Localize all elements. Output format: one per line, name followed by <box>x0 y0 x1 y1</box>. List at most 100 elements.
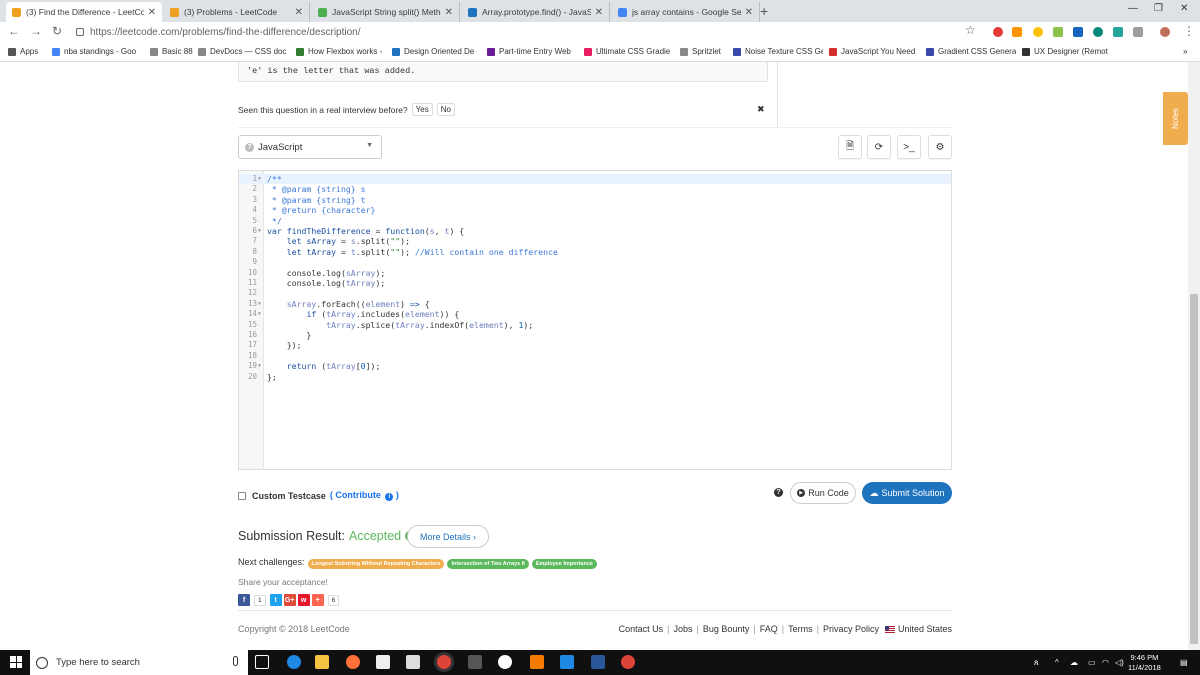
app-icon[interactable] <box>468 655 482 669</box>
extension-icon[interactable] <box>1093 27 1103 37</box>
browser-tab[interactable]: (3) Find the Difference - LeetCode ✕ <box>6 2 162 22</box>
region-link[interactable]: United States <box>898 624 952 634</box>
tab-close-icon[interactable]: ✕ <box>295 7 303 18</box>
bookmark-item[interactable]: JavaScript You Need <box>829 47 915 56</box>
tab-close-icon[interactable]: ✕ <box>445 7 453 18</box>
bookmark-item[interactable]: Noise Texture CSS Ge <box>733 47 823 56</box>
language-select[interactable]: ? JavaScript ▼ <box>238 135 382 159</box>
extension-icon[interactable] <box>1033 27 1043 37</box>
code-line[interactable]: 8 let tArray = t.split(""); //Will conta… <box>239 247 951 257</box>
extension-opera-icon[interactable] <box>993 27 1003 37</box>
close-circle-icon[interactable]: ✖ <box>757 104 765 115</box>
footer-link[interactable]: Terms <box>788 624 813 634</box>
volume-icon[interactable]: ◁) <box>1115 658 1124 667</box>
chrome-icon[interactable] <box>621 655 635 669</box>
chrome-icon[interactable] <box>437 655 451 669</box>
bookmark-item[interactable]: Spritzlet <box>680 47 721 56</box>
help-icon[interactable]: ? <box>774 488 783 497</box>
restore-button[interactable]: ❐ <box>1154 3 1163 14</box>
footer-link[interactable]: Privacy Policy <box>823 624 879 634</box>
browser-tab[interactable]: (3) Problems - LeetCode ✕ <box>164 2 310 22</box>
code-line[interactable]: 20}; <box>239 372 951 382</box>
reload-button[interactable]: ↻ <box>52 24 62 38</box>
code-line[interactable]: 11 console.log(tArray); <box>239 278 951 288</box>
yes-button[interactable]: Yes <box>411 103 433 116</box>
browser-tab[interactable]: Array.prototype.find() - JavaScript ✕ <box>462 2 610 22</box>
tab-close-icon[interactable]: ✕ <box>595 7 603 18</box>
bookmark-item[interactable]: DevDocs — CSS doc <box>198 47 286 56</box>
firefox-icon[interactable] <box>346 655 360 669</box>
scrollbar-thumb[interactable] <box>1190 294 1198 644</box>
word-icon[interactable] <box>591 655 605 669</box>
more-details-button[interactable]: More Details › <box>407 525 489 548</box>
tab-close-icon[interactable]: ✕ <box>745 7 753 18</box>
network-icon[interactable]: ☁ <box>1070 658 1078 667</box>
reset-button[interactable]: 🗎 <box>838 135 862 159</box>
footer-link[interactable]: FAQ <box>760 624 778 634</box>
code-line[interactable]: 4 * @return {character} <box>239 205 951 215</box>
taskbar-search[interactable]: Type here to search <box>30 650 248 675</box>
bookmark-item[interactable]: Gradient CSS Genera <box>926 47 1016 56</box>
store-icon[interactable] <box>376 655 390 669</box>
code-line[interactable]: 7 let sArray = s.split(""); <box>239 236 951 246</box>
extension-icon[interactable] <box>1073 27 1083 37</box>
twitter-share-icon[interactable]: t <box>269 594 282 606</box>
code-line[interactable]: 10 console.log(sArray); <box>239 268 951 278</box>
code-editor[interactable]: 1 ▼/** 2 * @param {string} s3 * @param {st… <box>238 170 952 470</box>
code-line[interactable]: 15 tArray.splice(tArray.indexOf(element)… <box>239 320 951 330</box>
bookmark-item[interactable]: UX Designer (Remote <box>1022 47 1108 56</box>
extension-icon[interactable] <box>1133 27 1143 37</box>
minimize-button[interactable]: — <box>1128 3 1138 14</box>
chevron-up-icon[interactable]: ^ <box>1055 658 1059 667</box>
next-challenge-chip[interactable]: Intersection of Two Arrays II <box>447 559 529 569</box>
footer-link[interactable]: Jobs <box>674 624 693 634</box>
code-line[interactable]: 5 */ <box>239 216 951 226</box>
address-bar[interactable]: https://leetcode.com/problems/find-the-d… <box>74 23 984 41</box>
facebook-share-icon[interactable]: f <box>238 594 250 606</box>
extension-icon[interactable] <box>1113 27 1123 37</box>
footer-link[interactable]: Contact Us <box>619 624 664 634</box>
code-line[interactable]: 13 ▼ sArray.forEach((element) => { <box>239 299 951 309</box>
submit-solution-button[interactable]: ☁ Submit Solution <box>862 482 952 504</box>
google-plus-share-icon[interactable]: G+ <box>283 594 296 606</box>
no-button[interactable]: No <box>436 103 455 116</box>
weibo-share-icon[interactable]: w <box>297 594 310 606</box>
back-button[interactable]: ← <box>8 24 20 38</box>
notifications-icon[interactable]: ▤ <box>1180 658 1188 667</box>
bookmark-item[interactable]: Basic 88 <box>150 47 193 56</box>
profile-avatar-icon[interactable] <box>1160 27 1170 37</box>
code-line[interactable]: 1 ▼ /** <box>239 174 951 185</box>
fold-arrow-icon[interactable]: ▼ <box>258 309 261 319</box>
notes-tab[interactable]: Notes <box>1163 92 1188 145</box>
custom-testcase-checkbox[interactable] <box>238 491 246 500</box>
chrome-menu-icon[interactable]: ⋮ <box>1183 24 1195 38</box>
code-line[interactable]: 18 <box>239 351 951 361</box>
code-line[interactable]: 2 * @param {string} s <box>239 184 951 194</box>
bookmark-item[interactable]: nba standings - Goo <box>52 47 136 56</box>
browser-tab[interactable]: js array contains - Google Search ✕ <box>612 2 760 22</box>
bookmark-item[interactable]: Part-time Entry Web <box>487 47 571 56</box>
edge-icon[interactable] <box>287 655 301 669</box>
fold-arrow-icon[interactable]: ▼ <box>258 226 261 236</box>
extension-icon[interactable] <box>1012 27 1022 37</box>
microphone-icon[interactable] <box>233 656 238 666</box>
fold-arrow-icon[interactable]: ▼ <box>258 299 261 309</box>
task-view-icon[interactable] <box>255 655 269 669</box>
battery-icon[interactable]: ▭ <box>1088 658 1096 667</box>
refresh-button[interactable]: ⟳ <box>867 135 891 159</box>
code-line[interactable]: 3 * @param {string} t <box>239 195 951 205</box>
code-line[interactable]: 9 <box>239 257 951 267</box>
more-share-icon[interactable]: + <box>311 594 324 606</box>
wifi-icon[interactable]: ◠ <box>1102 658 1109 667</box>
new-tab-button[interactable]: + <box>760 3 768 19</box>
tab-close-icon[interactable]: ✕ <box>148 7 156 18</box>
code-line[interactable]: 16 } <box>239 330 951 340</box>
forward-button[interactable]: → <box>30 24 42 38</box>
bookmark-star-icon[interactable]: ☆ <box>965 23 976 37</box>
code-line[interactable]: 12 <box>239 288 951 298</box>
file-explorer-icon[interactable] <box>315 655 329 669</box>
system-clock[interactable]: 9:46 PM 11/4/2018 <box>1128 653 1161 673</box>
people-icon[interactable]: ጸ <box>1034 658 1039 668</box>
console-button[interactable]: >_ <box>897 135 921 159</box>
footer-link[interactable]: Bug Bounty <box>703 624 750 634</box>
